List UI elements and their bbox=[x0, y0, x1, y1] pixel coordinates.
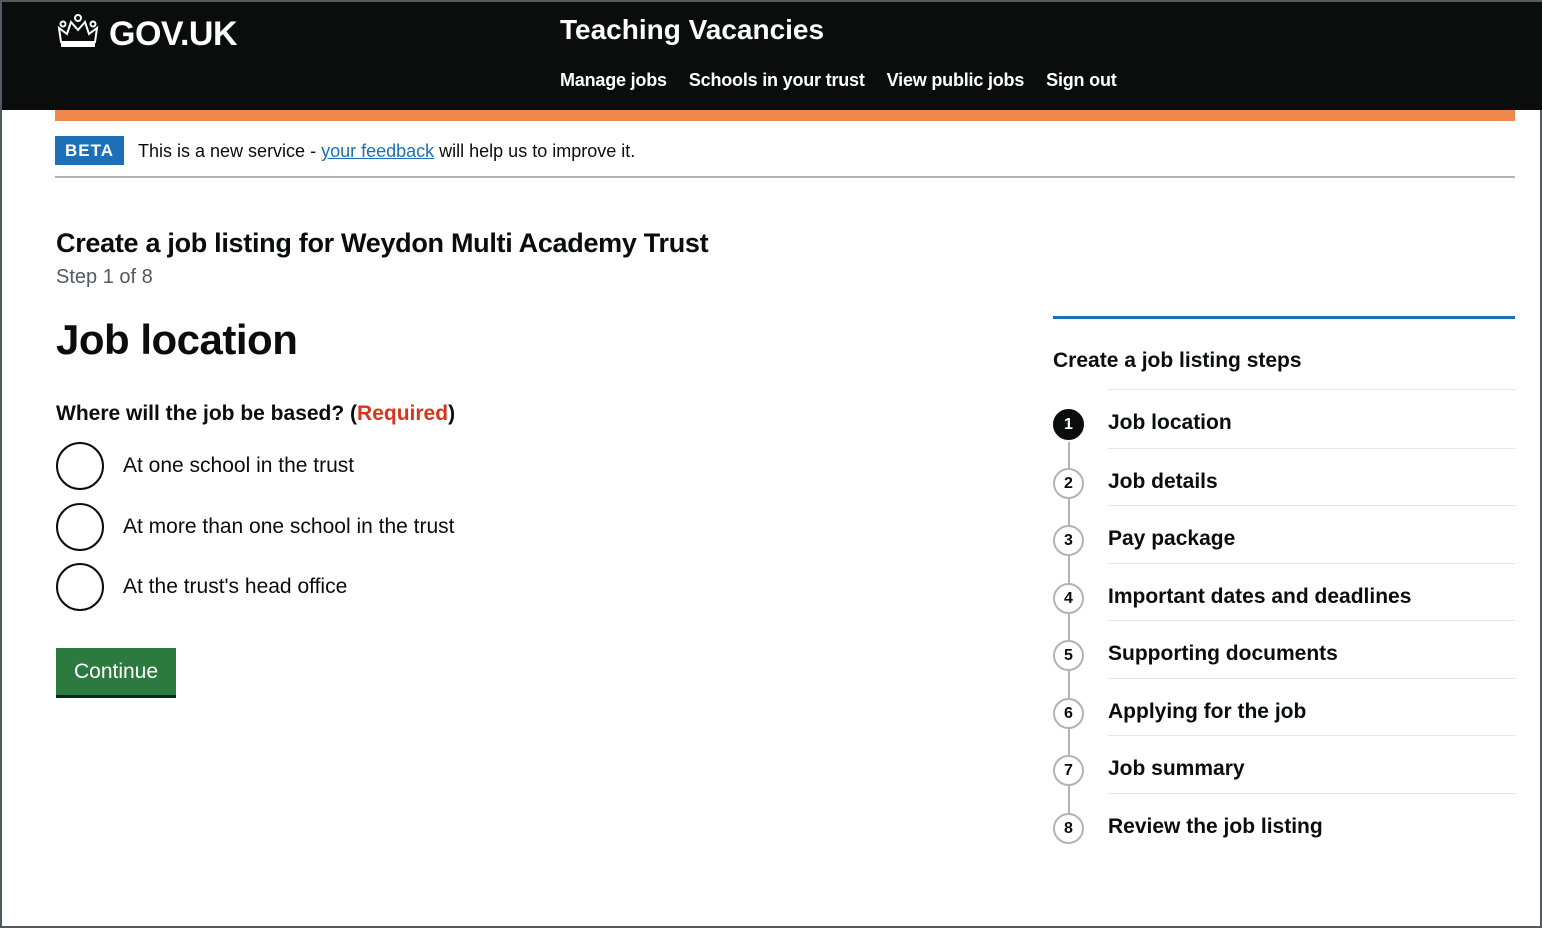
step-number: 4 bbox=[1053, 583, 1084, 614]
step-number: 3 bbox=[1053, 525, 1084, 556]
header-accent-bar bbox=[55, 110, 1515, 121]
radio-option-one-school[interactable]: At one school in the trust bbox=[56, 442, 354, 490]
continue-button[interactable]: Continue bbox=[56, 648, 176, 695]
step-label[interactable]: Important dates and deadlines bbox=[1108, 585, 1411, 609]
step-number: 7 bbox=[1053, 755, 1084, 786]
beta-text-after: will help us to improve it. bbox=[434, 141, 636, 161]
radio-label[interactable]: At more than one school in the trust bbox=[123, 515, 455, 539]
step-item-5[interactable]: 5 Supporting documents bbox=[1053, 620, 1515, 678]
step-label[interactable]: Job location bbox=[1108, 411, 1232, 435]
step-item-6[interactable]: 6 Applying for the job bbox=[1053, 678, 1515, 736]
step-number: 5 bbox=[1053, 640, 1084, 671]
step-item-3[interactable]: 3 Pay package bbox=[1053, 505, 1515, 563]
steps-title: Create a job listing steps bbox=[1053, 349, 1302, 372]
step-divider bbox=[1108, 448, 1515, 449]
nav-schools-in-trust[interactable]: Schools in your trust bbox=[689, 70, 865, 91]
step-item-8[interactable]: 8 Review the job listing bbox=[1053, 793, 1515, 851]
radio-circle[interactable] bbox=[56, 442, 104, 490]
step-indicator: Step 1 of 8 bbox=[56, 266, 153, 288]
radio-label[interactable]: At one school in the trust bbox=[123, 454, 354, 478]
step-divider bbox=[1108, 389, 1515, 390]
step-label[interactable]: Applying for the job bbox=[1108, 700, 1306, 724]
radio-circle[interactable] bbox=[56, 563, 104, 611]
step-number: 6 bbox=[1053, 698, 1084, 729]
step-divider bbox=[1108, 563, 1515, 564]
nav-sign-out[interactable]: Sign out bbox=[1046, 70, 1117, 91]
step-number: 2 bbox=[1053, 468, 1084, 499]
nav-manage-jobs[interactable]: Manage jobs bbox=[560, 70, 667, 91]
step-item-1[interactable]: 1 Job location bbox=[1053, 389, 1515, 447]
page-title: Job location bbox=[56, 316, 298, 363]
step-divider bbox=[1108, 735, 1515, 736]
beta-text-before: This is a new service - bbox=[138, 141, 322, 161]
govuk-logo[interactable]: GOV.UK bbox=[55, 12, 238, 57]
phase-banner: BETA This is a new service - your feedba… bbox=[55, 136, 1515, 178]
page-caption: Create a job listing for Weydon Multi Ac… bbox=[56, 228, 709, 258]
nav-view-public-jobs[interactable]: View public jobs bbox=[887, 70, 1025, 91]
step-item-2[interactable]: 2 Job details bbox=[1053, 448, 1515, 506]
radio-circle[interactable] bbox=[56, 503, 104, 551]
step-number: 8 bbox=[1053, 813, 1084, 844]
beta-text: This is a new service - your feedback wi… bbox=[138, 136, 635, 166]
crown-icon bbox=[55, 12, 101, 57]
question-end: ) bbox=[448, 402, 456, 425]
beta-tag: BETA bbox=[55, 136, 125, 165]
service-name[interactable]: Teaching Vacancies bbox=[560, 14, 824, 46]
radio-option-multiple-schools[interactable]: At more than one school in the trust bbox=[56, 503, 455, 551]
radio-label[interactable]: At the trust's head office bbox=[123, 575, 347, 599]
steps-sidebar: Create a job listing steps bbox=[1053, 316, 1515, 372]
step-item-4[interactable]: 4 Important dates and deadlines bbox=[1053, 563, 1515, 621]
step-label[interactable]: Job summary bbox=[1108, 757, 1245, 781]
step-item-7[interactable]: 7 Job summary bbox=[1053, 735, 1515, 793]
step-divider bbox=[1108, 620, 1515, 621]
question-text: Where will the job be based? ( bbox=[56, 402, 358, 425]
required-marker: Required bbox=[357, 402, 449, 425]
step-label[interactable]: Job details bbox=[1108, 470, 1218, 494]
step-label[interactable]: Supporting documents bbox=[1108, 642, 1338, 666]
logo-text: GOV.UK bbox=[109, 15, 238, 53]
site-header: GOV.UK Teaching Vacancies Manage jobs Sc… bbox=[2, 2, 1542, 110]
question-label: Where will the job be based? (Required) bbox=[56, 402, 455, 426]
step-divider bbox=[1108, 678, 1515, 679]
step-label[interactable]: Pay package bbox=[1108, 527, 1235, 551]
step-divider bbox=[1108, 505, 1515, 506]
header-nav: Manage jobs Schools in your trust View p… bbox=[560, 70, 1117, 91]
step-label[interactable]: Review the job listing bbox=[1108, 815, 1323, 839]
feedback-link[interactable]: your feedback bbox=[321, 141, 434, 161]
radio-option-head-office[interactable]: At the trust's head office bbox=[56, 563, 347, 611]
step-divider bbox=[1108, 793, 1515, 794]
step-number: 1 bbox=[1053, 409, 1084, 440]
